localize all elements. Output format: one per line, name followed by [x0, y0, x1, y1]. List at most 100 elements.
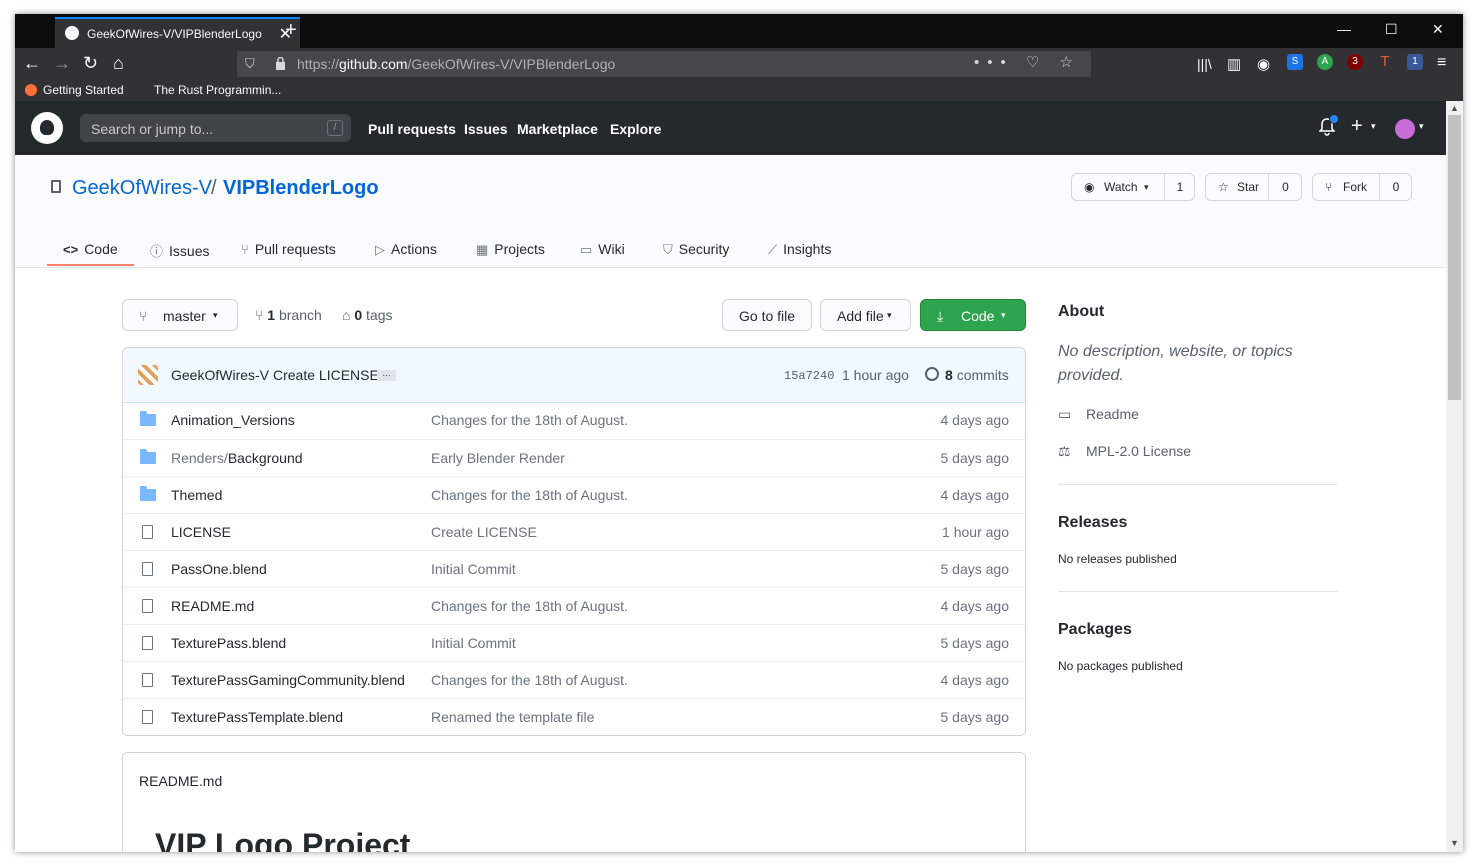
browser-tab[interactable]: GeekOfWires-V/VIPBlenderLogo ✕ — [55, 17, 300, 48]
scrollbar-thumb[interactable] — [1448, 115, 1461, 400]
go-to-file-button[interactable]: Go to file — [722, 299, 812, 331]
commit-message-link[interactable]: Renamed the template file — [431, 709, 594, 725]
commit-message-link[interactable]: Early Blender Render — [431, 450, 565, 466]
scroll-down-icon[interactable]: ▼ — [1450, 838, 1459, 848]
tags-link[interactable]: ⌂ 0 tags — [342, 307, 393, 323]
fork-button[interactable]: ⑂ Fork 0 — [1312, 173, 1412, 201]
star-button[interactable]: ☆ Star 0 — [1205, 173, 1302, 201]
file-name-link[interactable]: TexturePass.blend — [171, 635, 286, 651]
maximize-button[interactable]: ☐ — [1385, 21, 1398, 38]
file-name-link[interactable]: Renders/Background — [171, 450, 303, 466]
add-file-button[interactable]: Add file ▾ — [820, 299, 911, 331]
graph-icon: ⟋ — [768, 242, 778, 257]
sidebar-icon[interactable]: ▥ — [1227, 55, 1241, 73]
scroll-up-icon[interactable]: ▲ — [1450, 103, 1459, 113]
nav-pull-requests[interactable]: Pull requests — [368, 121, 456, 137]
commit-message-link[interactable]: Changes for the 18th of August. — [431, 412, 628, 428]
commit-message-link[interactable]: Initial Commit — [431, 635, 516, 651]
account-icon[interactable]: ◉ — [1257, 55, 1270, 73]
url-text[interactable]: https://github.com/GeekOfWires-V/VIPBlen… — [297, 56, 615, 72]
create-new-icon[interactable]: + — [1351, 115, 1363, 138]
commit-author[interactable]: GeekOfWires-V — [171, 367, 269, 383]
file-name-link[interactable]: Themed — [171, 487, 222, 503]
new-tab-button[interactable]: + — [285, 19, 297, 42]
commit-message-link[interactable]: Changes for the 18th of August. — [431, 598, 628, 614]
close-window-button[interactable]: ✕ — [1432, 21, 1444, 38]
releases-heading[interactable]: Releases — [1058, 514, 1127, 532]
branches-link[interactable]: ⑂ 1 branch — [255, 307, 322, 323]
user-avatar[interactable] — [1395, 119, 1415, 139]
file-name-link[interactable]: TexturePassGamingCommunity.blend — [171, 672, 405, 688]
file-icon — [142, 710, 153, 724]
commit-message-link[interactable]: Initial Commit — [431, 561, 516, 577]
eye-icon: ◉ — [1084, 180, 1095, 194]
github-logo-icon[interactable] — [31, 112, 63, 144]
repo-name-link[interactable]: VIPBlenderLogo — [223, 177, 379, 200]
readme-box: README.md VIP Logo Project — [122, 752, 1026, 852]
library-icon[interactable]: |||\ — [1197, 56, 1212, 72]
chevron-down-icon: ▾ — [887, 310, 892, 320]
tab-title: GeekOfWires-V/VIPBlenderLogo — [87, 27, 262, 41]
watch-count[interactable]: 1 — [1165, 180, 1195, 194]
license-link[interactable]: MPL-2.0 License — [1086, 443, 1191, 459]
readme-filename[interactable]: README.md — [139, 773, 222, 789]
commit-sha[interactable]: 15a7240 — [784, 369, 834, 383]
search-input[interactable]: Search or jump to... / — [80, 114, 351, 142]
forward-arrow-icon[interactable]: → — [53, 53, 71, 74]
extension-s-icon[interactable]: S — [1287, 54, 1303, 70]
commit-message-link[interactable]: Create LICENSE — [431, 524, 537, 540]
reload-icon[interactable]: ↻ — [83, 53, 98, 74]
back-arrow-icon[interactable]: ← — [23, 53, 41, 74]
commits-link[interactable]: 8 commits — [945, 367, 1009, 383]
tracking-shield-icon[interactable]: ⛉ — [245, 56, 255, 72]
chevron-down-icon: ▾ — [213, 310, 218, 320]
home-icon[interactable]: ⌂ — [113, 53, 124, 74]
github-header: Search or jump to... / Pull requests Iss… — [15, 101, 1446, 155]
watch-button[interactable]: ◉ Watch ▾ 1 — [1071, 173, 1195, 201]
bookmark-rust[interactable]: The Rust Programmin... — [154, 83, 281, 97]
commit-message[interactable]: Create LICENSE — [273, 367, 379, 383]
repo-owner-link[interactable]: GeekOfWires-V — [72, 177, 212, 200]
tab-code[interactable]: <> Code — [63, 241, 118, 257]
page-actions-icon[interactable]: ••• ♡ ☆ — [974, 53, 1081, 71]
tab-pull-requests[interactable]: ⑂ Pull requests — [241, 241, 336, 257]
extension-a-icon[interactable]: A — [1317, 54, 1333, 70]
file-name-link[interactable]: TexturePassTemplate.blend — [171, 709, 343, 725]
file-name-link[interactable]: README.md — [171, 598, 254, 614]
nav-issues[interactable]: Issues — [464, 121, 508, 137]
tab-security[interactable]: ⛉ Security — [663, 241, 729, 258]
repo-path-separator: / — [211, 177, 217, 199]
tab-actions[interactable]: ▷ Actions — [375, 241, 437, 258]
about-description: No description, website, or topics provi… — [1058, 343, 1293, 384]
commit-author-avatar[interactable] — [138, 365, 158, 385]
readme-link[interactable]: Readme — [1086, 406, 1139, 422]
nav-explore[interactable]: Explore — [610, 121, 661, 137]
file-name-link[interactable]: PassOne.blend — [171, 561, 267, 577]
star-count[interactable]: 0 — [1269, 180, 1302, 194]
packages-heading[interactable]: Packages — [1058, 621, 1132, 639]
tab-wiki[interactable]: ▭ Wiki — [580, 241, 625, 258]
url-bar[interactable]: ⛉ https://github.com/GeekOfWires-V/VIPBl… — [237, 51, 1091, 77]
code-download-button[interactable]: ⤓ Code ▾ — [920, 299, 1026, 331]
minimize-button[interactable]: — — [1337, 21, 1351, 37]
extension-m-icon[interactable]: 1 — [1407, 54, 1423, 70]
tab-insights[interactable]: ⟋ Insights — [768, 241, 831, 258]
commit-message-link[interactable]: Changes for the 18th of August. — [431, 487, 628, 503]
tab-issues[interactable]: ⓘ Issues — [150, 241, 209, 260]
file-name-link[interactable]: LICENSE — [171, 524, 231, 540]
file-name-link[interactable]: Animation_Versions — [171, 412, 295, 428]
bookmark-getting-started[interactable]: Getting Started — [25, 83, 124, 97]
ublock-icon[interactable]: 3 — [1347, 54, 1363, 70]
notifications-bell-icon[interactable] — [1318, 114, 1339, 136]
table-row: PassOne.blend Initial Commit 5 days ago — [123, 550, 1025, 588]
commit-message-link[interactable]: Changes for the 18th of August. — [431, 672, 628, 688]
repo-nav: <> Code ⓘ Issues ⑂ Pull requests ▷ Actions ▦… — [15, 226, 1446, 267]
tab-projects[interactable]: ▦ Projects — [476, 241, 545, 258]
fork-count[interactable]: 0 — [1380, 180, 1412, 194]
nav-marketplace[interactable]: Marketplace — [517, 121, 598, 137]
menu-hamburger-icon[interactable]: ≡ — [1437, 54, 1446, 72]
commit-expand-button[interactable]: ... — [377, 369, 396, 381]
extension-t-icon[interactable]: T — [1377, 54, 1393, 70]
table-row: TexturePassGamingCommunity.blend Changes … — [123, 661, 1025, 699]
branch-select-button[interactable]: ⑂ master ▾ — [122, 299, 238, 331]
